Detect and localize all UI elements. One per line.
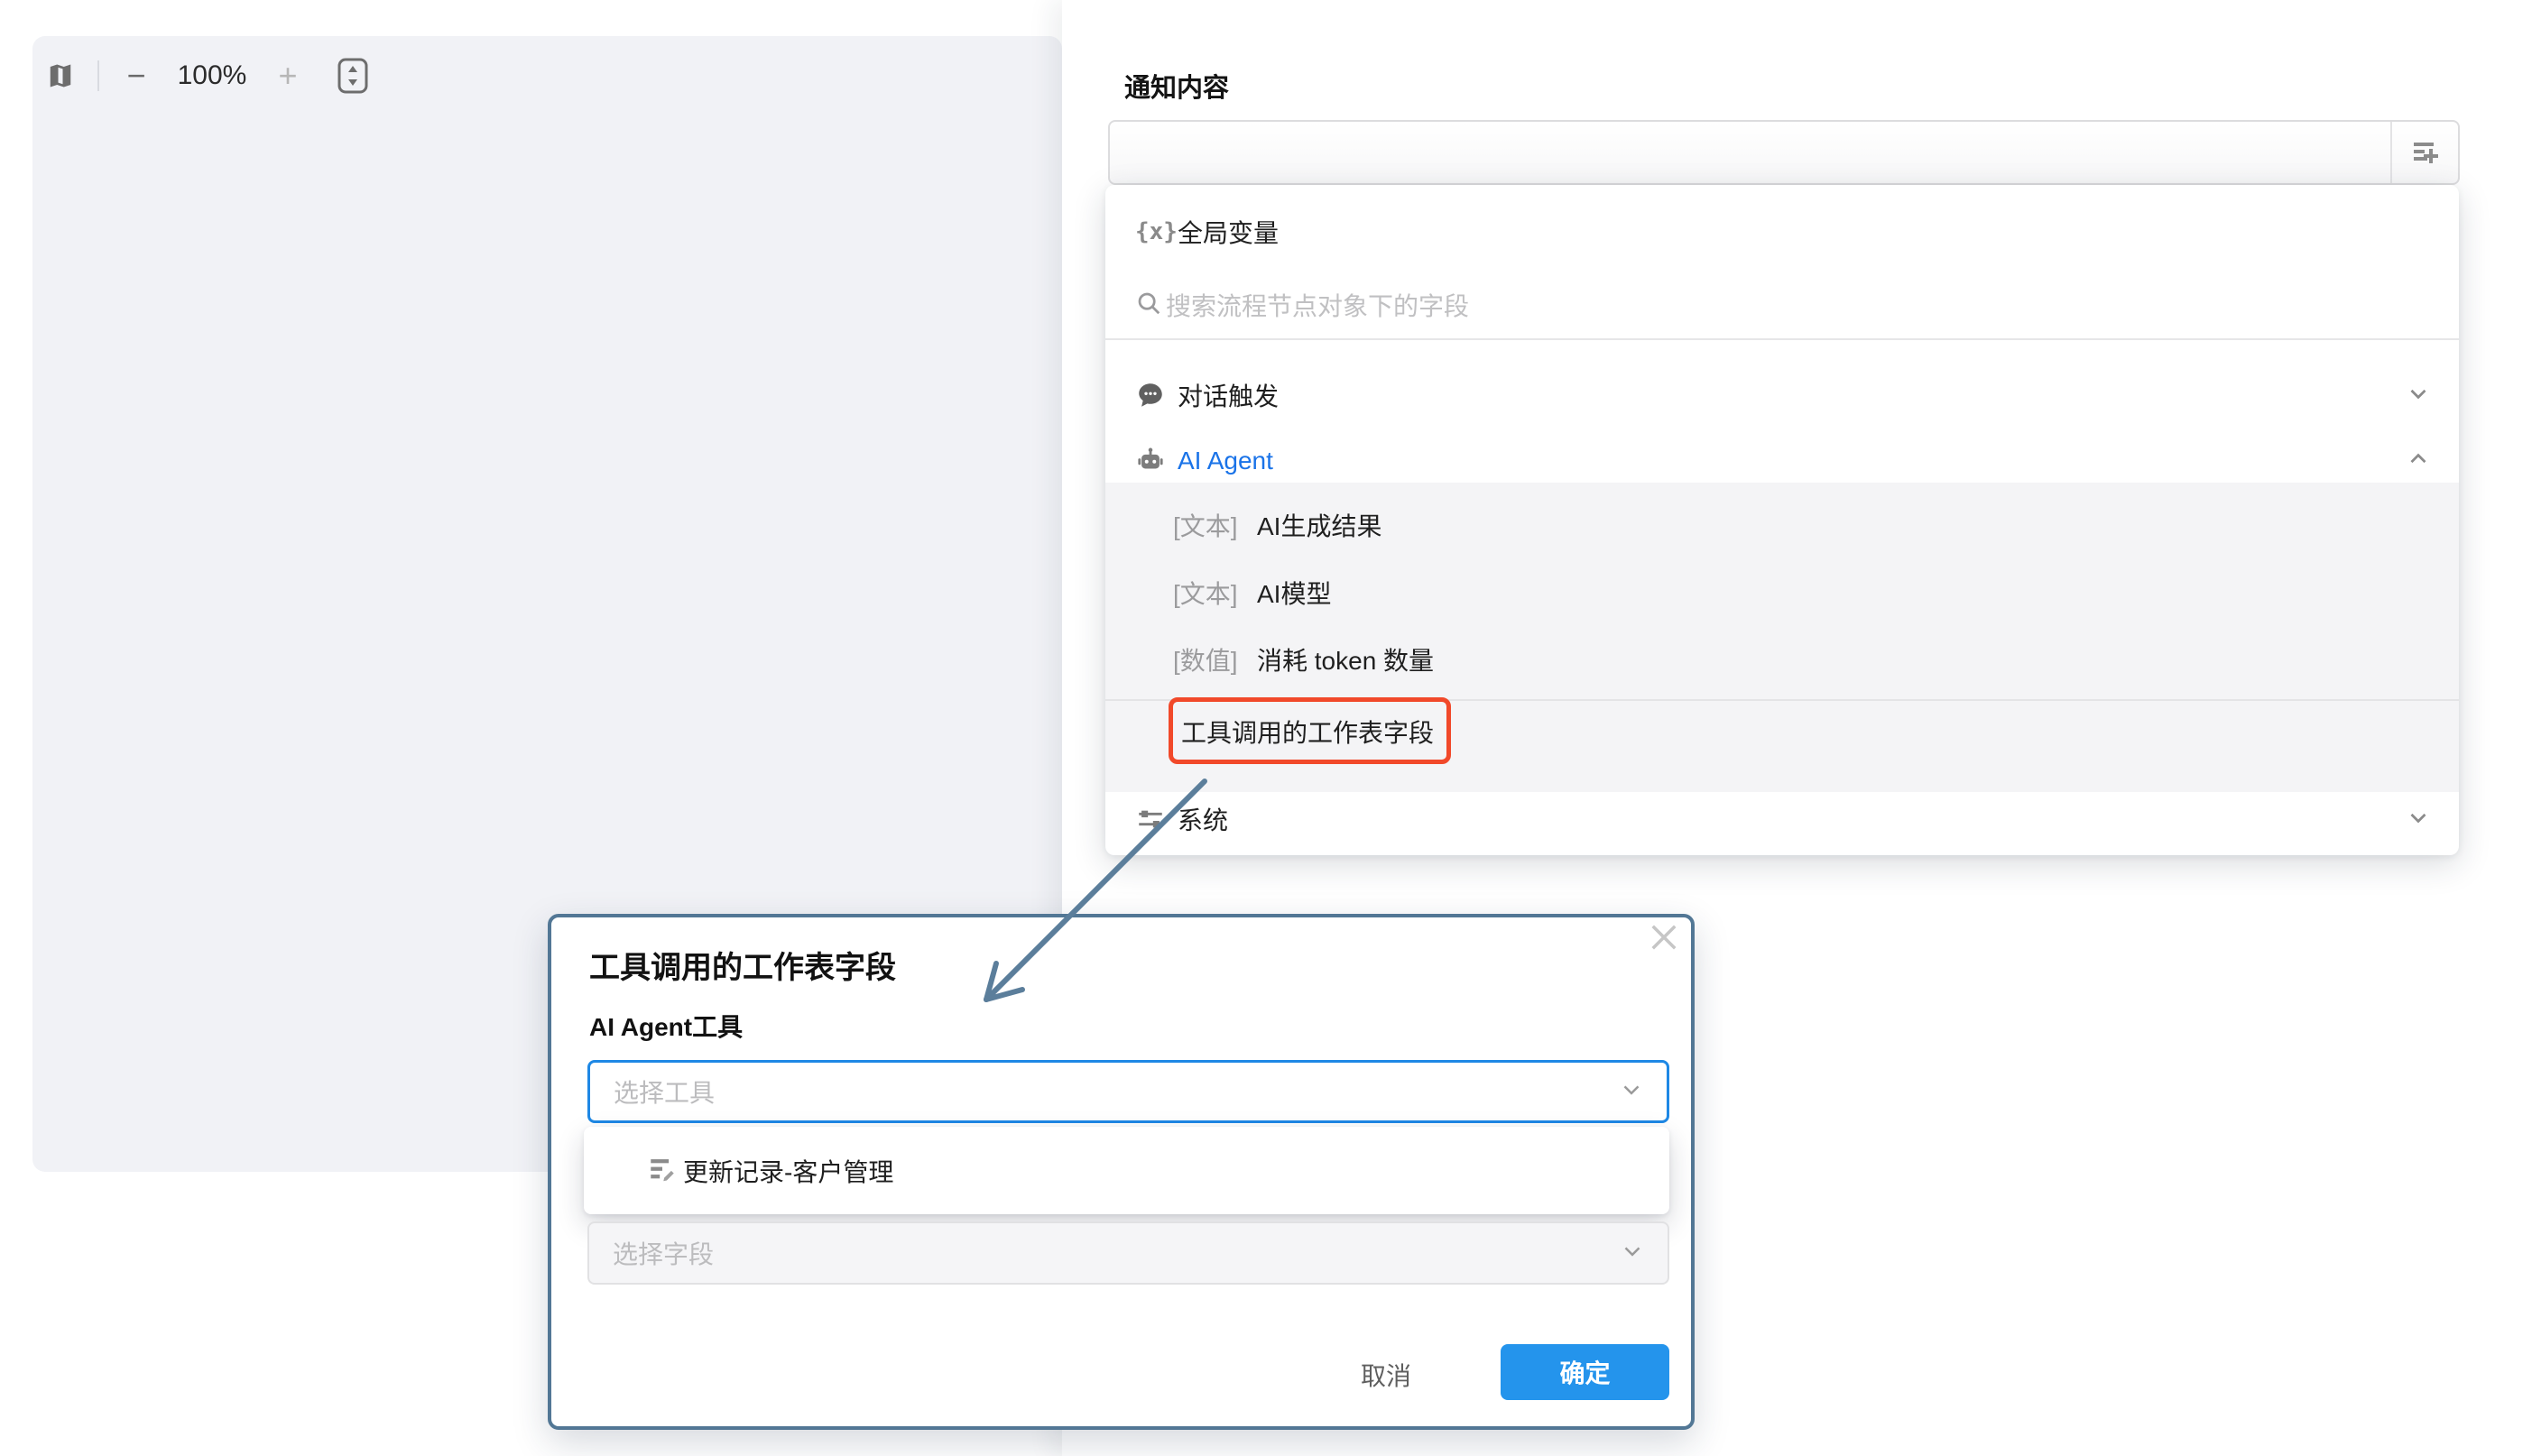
search-icon (1135, 290, 1162, 321)
ai-agent-field-list: [文本] AI生成结果 [文本] AI模型 [数值] 消耗 token 数量 工… (1105, 483, 2459, 792)
field-item-ai-result[interactable]: [文本] AI生成结果 (1105, 492, 2459, 558)
panel-title: 通知内容 (1124, 67, 1229, 105)
field-item-token-count[interactable]: [数值] 消耗 token 数量 (1105, 626, 2459, 693)
sliders-icon (1135, 804, 1175, 834)
confirm-button[interactable]: 确定 (1501, 1344, 1669, 1400)
chevron-down-icon (2405, 380, 2432, 411)
group-label: 系统 (1178, 801, 1228, 837)
group-dialog-trigger[interactable]: 对话触发 (1105, 359, 2459, 431)
chevron-down-icon (2405, 804, 2432, 835)
dialog-title: 工具调用的工作表字段 (589, 943, 896, 987)
field-item-ai-model[interactable]: [文本] AI模型 (1105, 559, 2459, 626)
field-label: 消耗 token 数量 (1257, 641, 1434, 677)
global-variable-icon: {x} (1135, 218, 1175, 245)
field-picker-dropdown: {x} 全局变量 搜索流程节点对象下的字段 对话触发 (1105, 185, 2459, 855)
field-select-placeholder: 选择字段 (613, 1235, 714, 1271)
group-system[interactable]: 系统 (1105, 783, 2459, 855)
tool-options-menu: 更新记录-客户管理 (584, 1127, 1669, 1214)
field-label: AI生成结果 (1257, 507, 1381, 543)
field-type: [文本] (1173, 575, 1238, 611)
group-label: 对话触发 (1178, 377, 1279, 413)
chevron-up-icon (2405, 446, 2432, 477)
field-label: AI模型 (1257, 575, 1331, 611)
search-placeholder: 搜索流程节点对象下的字段 (1166, 287, 1469, 323)
notify-content-input[interactable] (1108, 120, 2460, 185)
zoom-in-button[interactable]: + (274, 57, 301, 95)
close-icon[interactable] (1640, 914, 1687, 961)
zoom-level: 100% (173, 60, 251, 91)
group-label: AI Agent (1178, 447, 1273, 475)
tool-select[interactable]: 选择工具 (587, 1060, 1669, 1123)
chevron-down-icon (1618, 1076, 1645, 1108)
field-type: [数值] (1173, 641, 1238, 677)
tool-option-update-record[interactable]: 更新记录-客户管理 (584, 1127, 1669, 1214)
zoom-out-button[interactable]: − (123, 57, 150, 95)
fit-view-icon[interactable] (337, 58, 368, 94)
cancel-button[interactable]: 取消 (1345, 1349, 1427, 1401)
field-type: [文本] (1173, 507, 1238, 543)
field-select-disabled[interactable]: 选择字段 (587, 1221, 1669, 1285)
global-variable-label: 全局变量 (1178, 214, 1279, 250)
insert-field-icon (2409, 136, 2442, 169)
field-search-input[interactable]: 搜索流程节点对象下的字段 (1105, 272, 2459, 340)
chat-bubble-icon (1135, 380, 1175, 410)
canvas-toolbar: − 100% + (47, 56, 368, 96)
tool-option-label: 更新记录-客户管理 (683, 1153, 893, 1189)
tool-worksheet-fields-dialog: 工具调用的工作表字段 AI Agent工具 选择工具 更新记录-客户管理 选择字… (548, 914, 1695, 1430)
minimap-icon[interactable] (47, 62, 74, 89)
tool-field-label: AI Agent工具 (589, 1008, 743, 1044)
chevron-down-icon (1619, 1238, 1646, 1269)
tool-select-placeholder: 选择工具 (614, 1074, 715, 1110)
toolbar-divider (97, 60, 99, 91)
highlight-annotation-box (1169, 697, 1451, 764)
robot-icon (1135, 446, 1175, 476)
global-variable-item[interactable]: {x} 全局变量 (1105, 196, 2459, 268)
update-record-icon (647, 1153, 678, 1188)
insert-field-button[interactable] (2390, 122, 2458, 183)
